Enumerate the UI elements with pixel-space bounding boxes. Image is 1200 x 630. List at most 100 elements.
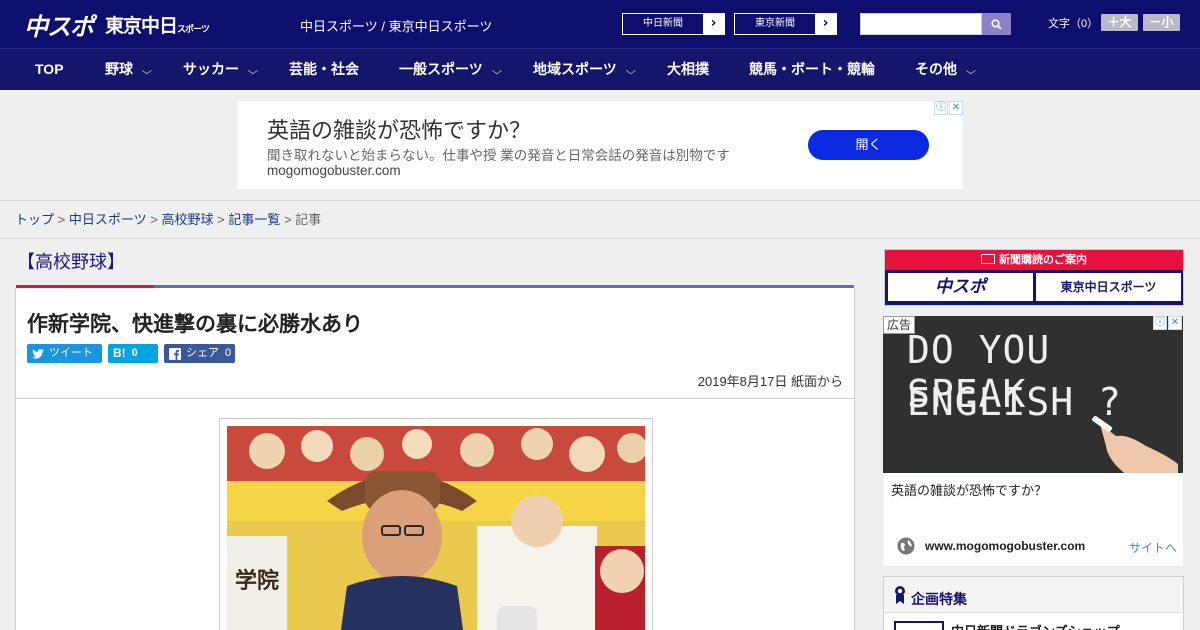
facebook-share-button[interactable]: シェア 0: [164, 344, 235, 363]
subscribe-tokyo-chunichi-button[interactable]: 東京中日スポーツ: [1036, 273, 1181, 301]
sidebar-ad[interactable]: DO YOU SPEAK ENGLISH ? 広告 ⓘ ✕ 英語の雑談が恐怖です…: [883, 316, 1183, 566]
article-dateline: 2019年8月17日 紙面から: [697, 374, 843, 389]
nav-item-general-sports[interactable]: 一般スポーツ ⌵: [399, 49, 502, 90]
facebook-icon: [169, 347, 181, 360]
font-size-label: 文字（0）: [1048, 18, 1099, 30]
subscription-heading-label: 新聞購読のご案内: [999, 254, 1087, 266]
nav-item-entertainment[interactable]: 芸能・社会: [289, 49, 359, 90]
nav-item-label: 野球: [105, 61, 133, 77]
breadcrumb-separator: >: [283, 212, 292, 227]
tokyo-shimbun-label: 東京新聞: [735, 14, 815, 34]
chevron-right-icon: ›: [703, 14, 724, 34]
nav-item-label: 地域スポーツ: [533, 61, 617, 77]
breadcrumb-high-school-baseball[interactable]: 高校野球: [161, 212, 213, 227]
logo-tokyo-sub: スポーツ: [177, 24, 210, 35]
adchoices-info-icon[interactable]: ⓘ: [934, 101, 948, 115]
nav-item-label: 大相撲: [667, 61, 709, 77]
ad-close-icon[interactable]: ✕: [1168, 316, 1182, 330]
facebook-share-count: 0: [225, 347, 232, 359]
breadcrumb: トップ > 中日スポーツ > 高校野球 > 記事一覧 > 記事: [0, 200, 1200, 239]
article-headline: 作新学院、快進撃の裏に必勝水あり: [27, 313, 363, 336]
site-header: 中スポ 東京中日スポーツ 中日スポーツ / 東京中日スポーツ 中日新聞 › 東京…: [0, 0, 1200, 48]
hand-chalk-icon: [1092, 416, 1178, 473]
chevron-down-icon: ⌵: [491, 66, 502, 77]
chevron-down-icon: ⌵: [625, 66, 636, 77]
breadcrumb-article-list[interactable]: 記事一覧: [228, 212, 280, 227]
nav-item-label: 競馬・ボート・競輪: [749, 61, 875, 77]
nav-item-label: サッカー: [183, 61, 239, 77]
font-larger-button[interactable]: ＋大: [1101, 14, 1138, 31]
tweet-label: ツイート: [49, 347, 93, 359]
ad-label: 広告: [883, 316, 916, 334]
sidebar-ad-url: www.mogomogobuster.com: [925, 539, 1086, 553]
article-card: 作新学院、快進撃の裏に必勝水あり ツイート B! 0 シェア 0 2019年8月…: [15, 288, 855, 630]
adchoices-info-icon[interactable]: ⓘ: [1153, 316, 1167, 330]
nav-item-sumo[interactable]: 大相撲: [667, 49, 709, 90]
chevron-down-icon: ⌵: [965, 66, 977, 77]
feature-title: 企画特集: [911, 591, 967, 607]
chevron-down-icon: ⌵: [247, 66, 259, 77]
feature-box: 企画特集 中日新聞ドラゴンズショップ: [883, 576, 1184, 630]
nav-item-top[interactable]: TOP: [35, 49, 64, 90]
subscribe-chuspo-button[interactable]: 中スポ: [888, 273, 1033, 301]
subscription-box: 新聞購読のご案内 中スポ 東京中日スポーツ: [884, 249, 1184, 306]
sidebar-ad-text[interactable]: 英語の雑談が恐怖ですか？: [891, 480, 1047, 499]
ad-close-icon[interactable]: ✕: [949, 101, 963, 115]
nav-item-local-sports[interactable]: 地域スポーツ ⌵: [533, 49, 636, 90]
sidebar-ad-image[interactable]: DO YOU SPEAK ENGLISH ? 広告 ⓘ ✕: [883, 316, 1183, 473]
search-input[interactable]: [860, 13, 982, 35]
subscription-buttons: 中スポ 東京中日スポーツ: [885, 270, 1183, 305]
ad-description: 聞き取れないと始まらない。仕事や授 業の発音と日常会話の発音は別物です: [267, 148, 730, 163]
facebook-share-label: シェア: [186, 347, 219, 359]
nav-item-baseball[interactable]: 野球 ⌵: [105, 49, 153, 90]
site-logo[interactable]: 中スポ 東京中日スポーツ: [24, 7, 210, 42]
breadcrumb-top[interactable]: トップ: [15, 212, 54, 227]
logo-tokyo-chunichi[interactable]: 東京中日スポーツ: [105, 11, 210, 38]
chunichi-shimbun-button[interactable]: 中日新聞 ›: [622, 13, 725, 35]
section-title: 【高校野球】: [17, 252, 125, 272]
hatena-bookmark-button[interactable]: B! 0: [108, 344, 158, 363]
tokyo-shimbun-button[interactable]: 東京新聞 ›: [734, 13, 837, 35]
nav-item-label: 一般スポーツ: [399, 61, 483, 77]
ad-open-button[interactable]: 開く: [808, 130, 929, 160]
logo-chuspo[interactable]: 中スポ: [24, 7, 94, 42]
article-photo-frame: 学院: [219, 418, 653, 630]
hatena-count: 0: [131, 347, 138, 359]
breadcrumb-chunichi-sports[interactable]: 中日スポーツ: [69, 212, 147, 227]
chevron-right-icon: ›: [815, 14, 836, 34]
feature-item-dragons-shop[interactable]: 中日新聞ドラゴンズショップ: [951, 621, 1120, 630]
font-smaller-button[interactable]: －小: [1143, 14, 1180, 31]
subscription-heading: 新聞購読のご案内: [885, 250, 1183, 270]
ad-url: mogomogobuster.com: [267, 163, 401, 178]
search-button[interactable]: [982, 13, 1011, 35]
twitter-icon: [32, 348, 44, 359]
feature-heading: 企画特集: [884, 577, 1183, 613]
tweet-button[interactable]: ツイート: [27, 344, 102, 363]
breadcrumb-separator: >: [150, 212, 158, 227]
top-ad-area: 英語の雑談が恐怖ですか？ 聞き取れないと始まらない。仕事や授 業の発音と日常会話…: [0, 90, 1200, 200]
article-photo-image: 学院: [227, 426, 645, 630]
feature-item-thumbnail[interactable]: [894, 621, 944, 630]
chevron-down-icon: ⌵: [141, 66, 153, 77]
breadcrumb-separator: >: [57, 212, 66, 227]
sidebar-ad-site-link[interactable]: サイトへ: [1129, 539, 1177, 556]
article-divider: [16, 398, 854, 399]
site-links[interactable]: 中日スポーツ / 東京中日スポーツ: [300, 16, 492, 35]
ad-title[interactable]: 英語の雑談が恐怖ですか？: [267, 113, 531, 145]
chunichi-shimbun-label: 中日新聞: [623, 14, 703, 34]
nav-item-other[interactable]: その他 ⌵: [915, 49, 977, 90]
nav-item-label: TOP: [35, 61, 64, 77]
category-nav: TOP 野球 ⌵ サッカー ⌵ 芸能・社会 一般スポーツ ⌵ 地域スポーツ ⌵ 大相撲 …: [0, 48, 1200, 90]
nav-item-label: その他: [915, 61, 957, 77]
top-ad[interactable]: 英語の雑談が恐怖ですか？ 聞き取れないと始まらない。仕事や授 業の発音と日常会話…: [237, 101, 963, 189]
hatena-icon: B!: [113, 346, 126, 360]
nav-item-racing[interactable]: 競馬・ボート・競輪: [749, 49, 875, 90]
globe-icon: [897, 537, 915, 555]
breadcrumb-current: 記事: [295, 212, 322, 227]
newspaper-icon: [981, 254, 995, 264]
breadcrumb-separator: >: [217, 212, 225, 227]
nav-item-soccer[interactable]: サッカー ⌵: [183, 49, 259, 90]
article-photo[interactable]: 学院: [227, 426, 645, 630]
svg-text:学院: 学院: [235, 568, 279, 594]
search-icon: [991, 18, 1002, 30]
